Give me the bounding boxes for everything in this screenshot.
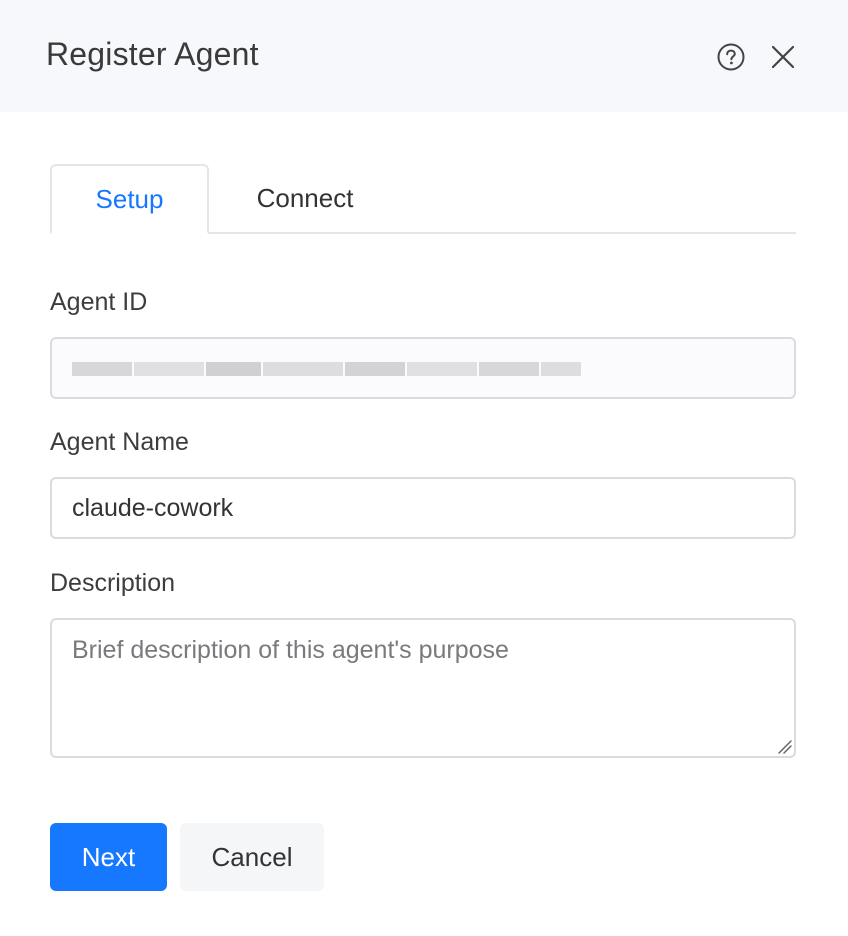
next-button[interactable]: Next	[50, 823, 167, 891]
resize-grip-icon[interactable]	[776, 738, 792, 754]
tab-setup[interactable]: Setup	[50, 164, 209, 234]
close-icon[interactable]	[768, 42, 798, 72]
cancel-button[interactable]: Cancel	[180, 823, 324, 891]
dialog-header: Register Agent	[0, 0, 848, 112]
description-label: Description	[50, 569, 176, 597]
agent-name-label: Agent Name	[50, 428, 189, 456]
agent-name-field[interactable]	[50, 477, 796, 539]
help-icon[interactable]	[716, 42, 746, 72]
description-field[interactable]	[50, 618, 796, 758]
agent-id-label: Agent ID	[50, 288, 148, 316]
dialog-title: Register Agent	[46, 36, 259, 72]
tab-bar: Setup Connect	[50, 164, 796, 234]
agent-id-field[interactable]	[50, 337, 796, 399]
redacted-agent-id	[72, 357, 597, 381]
register-agent-dialog: Register Agent Setup Connect Agent ID Ag…	[0, 0, 848, 936]
header-actions	[716, 42, 798, 72]
tab-connect[interactable]: Connect	[230, 164, 380, 232]
